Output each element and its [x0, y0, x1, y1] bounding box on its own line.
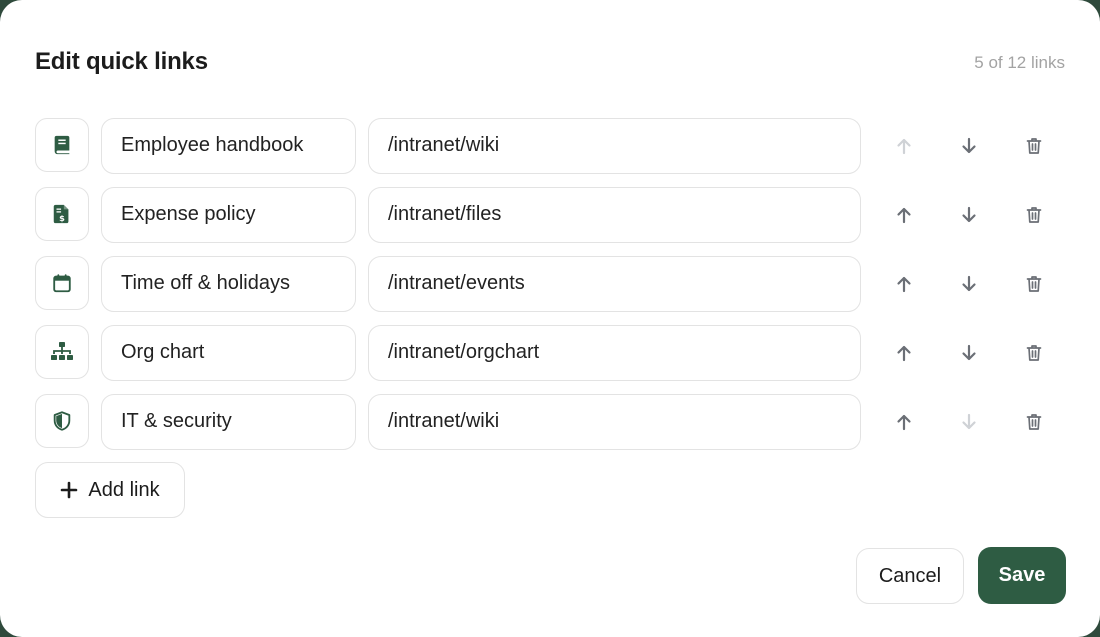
- move-down-button[interactable]: [955, 201, 983, 229]
- link-name-input[interactable]: Expense policy: [101, 187, 356, 243]
- shield-icon: [53, 411, 71, 431]
- link-row: Time off & holidays /intranet/events: [0, 256, 1100, 312]
- arrow-up-icon: [897, 414, 911, 431]
- arrow-up-icon: [897, 276, 911, 293]
- move-down-button[interactable]: [955, 339, 983, 367]
- arrow-up-icon: [897, 138, 911, 155]
- trash-icon: [1026, 207, 1042, 223]
- link-row: IT & security /intranet/wiki: [0, 394, 1100, 450]
- icon-picker-button[interactable]: [35, 118, 89, 172]
- move-up-button[interactable]: [890, 408, 918, 436]
- move-up-button[interactable]: [890, 270, 918, 298]
- link-url-input[interactable]: /intranet/wiki: [368, 394, 861, 450]
- arrow-down-icon: [962, 344, 976, 361]
- arrow-up-icon: [897, 207, 911, 224]
- invoice-dollar-icon: $: [53, 204, 69, 224]
- link-url-input[interactable]: /intranet/files: [368, 187, 861, 243]
- org-chart-icon: [51, 342, 73, 360]
- link-url-input[interactable]: /intranet/orgchart: [368, 325, 861, 381]
- move-down-button[interactable]: [955, 408, 983, 436]
- move-up-button[interactable]: [890, 201, 918, 229]
- move-down-button[interactable]: [955, 270, 983, 298]
- trash-icon: [1026, 414, 1042, 430]
- arrow-down-icon: [962, 206, 976, 223]
- arrow-down-icon: [962, 275, 976, 292]
- book-icon: [54, 135, 70, 155]
- link-row: $ Expense policy /intranet/files: [0, 187, 1100, 243]
- cancel-button[interactable]: Cancel: [856, 548, 964, 604]
- move-down-button[interactable]: [955, 132, 983, 160]
- delete-link-button[interactable]: [1020, 270, 1048, 298]
- add-link-button[interactable]: Add link: [35, 462, 185, 518]
- trash-icon: [1026, 276, 1042, 292]
- trash-icon: [1026, 138, 1042, 154]
- arrow-down-icon: [962, 413, 976, 430]
- link-name-input[interactable]: IT & security: [101, 394, 356, 450]
- icon-picker-button[interactable]: [35, 325, 89, 379]
- add-link-label: Add link: [88, 478, 160, 501]
- icon-picker-button[interactable]: $: [35, 187, 89, 241]
- link-name-input[interactable]: Time off & holidays: [101, 256, 356, 312]
- delete-link-button[interactable]: [1020, 201, 1048, 229]
- edit-quick-links-dialog: Edit quick links 5 of 12 links Employee …: [0, 0, 1100, 637]
- move-up-button[interactable]: [890, 339, 918, 367]
- icon-picker-button[interactable]: [35, 394, 89, 448]
- link-name-input[interactable]: Employee handbook: [101, 118, 356, 174]
- arrow-down-icon: [962, 137, 976, 154]
- calendar-icon: [53, 274, 71, 293]
- dialog-title: Edit quick links: [35, 48, 208, 75]
- delete-link-button[interactable]: [1020, 339, 1048, 367]
- trash-icon: [1026, 345, 1042, 361]
- delete-link-button[interactable]: [1020, 408, 1048, 436]
- link-counter: 5 of 12 links: [974, 53, 1065, 72]
- icon-picker-button[interactable]: [35, 256, 89, 310]
- svg-text:$: $: [59, 213, 65, 223]
- arrow-up-icon: [897, 345, 911, 362]
- plus-icon: [61, 481, 78, 499]
- delete-link-button[interactable]: [1020, 132, 1048, 160]
- link-url-input[interactable]: /intranet/events: [368, 256, 861, 312]
- link-name-input[interactable]: Org chart: [101, 325, 356, 381]
- save-button[interactable]: Save: [978, 547, 1066, 604]
- link-row: Org chart /intranet/orgchart: [0, 325, 1100, 381]
- move-up-button[interactable]: [890, 132, 918, 160]
- link-url-input[interactable]: /intranet/wiki: [368, 118, 861, 174]
- link-row: Employee handbook /intranet/wiki: [0, 118, 1100, 174]
